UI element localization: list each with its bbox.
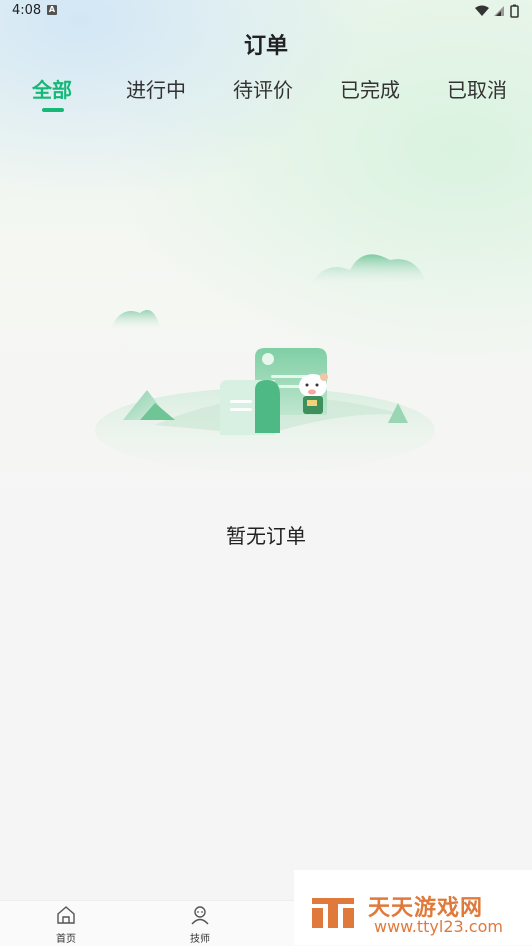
tab-in-progress[interactable]: 进行中 [126, 74, 186, 103]
nav-technician[interactable]: 技师 [180, 905, 220, 945]
order-tabs: 全部 进行中 待评价 已完成 已取消 [0, 74, 532, 114]
nav-home-label: 首页 [56, 934, 76, 945]
wifi-signal-battery-icon [475, 4, 519, 18]
status-bar: 4:08 A [0, 0, 532, 22]
technician-icon [191, 906, 209, 925]
tab-to-review[interactable]: 待评价 [233, 74, 293, 103]
tab-completed[interactable]: 已完成 [340, 74, 400, 103]
notification-icon: A [47, 5, 57, 15]
system-icons [474, 4, 524, 22]
watermark-logo-icon [312, 898, 354, 928]
empty-orders-illustration [95, 235, 505, 495]
nav-home[interactable]: 首页 [46, 905, 86, 945]
tab-all[interactable]: 全部 [32, 74, 72, 103]
page-title: 订单 [243, 34, 288, 59]
watermark-url: www.ttyl23.com [374, 917, 503, 936]
home-icon [57, 906, 75, 924]
watermark: 天天游戏网 www.ttyl23.com [294, 870, 532, 945]
nav-technician-label: 技师 [190, 934, 210, 945]
active-tab-indicator [42, 108, 64, 112]
status-time: 4:08 [12, 3, 42, 18]
empty-state-message: 暂无订单 [226, 524, 306, 548]
tab-cancelled[interactable]: 已取消 [447, 74, 507, 103]
